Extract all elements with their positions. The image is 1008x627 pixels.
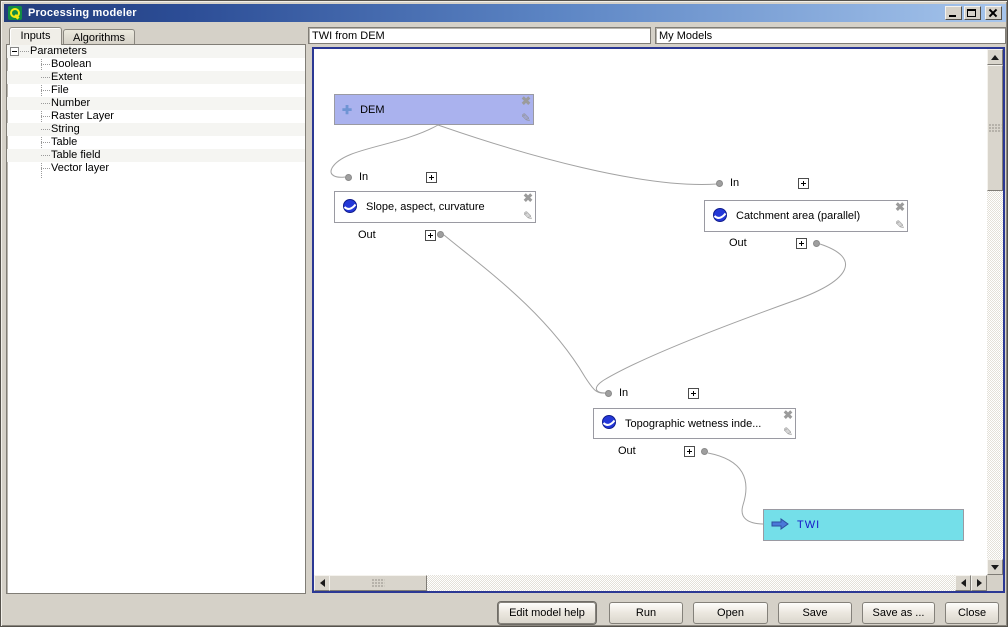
qgis-icon [8,6,22,20]
edit-node-icon[interactable]: ✎ [523,209,533,223]
out-label: Out [729,237,747,250]
tree-item-string[interactable]: String [7,123,305,136]
arrow-right-icon [977,579,982,587]
arrow-left-icon [320,579,325,587]
connection-slope-topo [444,235,606,393]
vertical-scroll-thumb[interactable] [987,65,1003,191]
save-button[interactable]: Save [778,602,852,624]
expand-out-button[interactable] [684,446,695,457]
tab-algorithms[interactable]: Algorithms [63,29,135,45]
edit-node-icon[interactable]: ✎ [521,111,531,125]
tree-item-boolean[interactable]: Boolean [7,58,305,71]
tree-item-file[interactable]: File [7,84,305,97]
saga-icon [712,207,728,226]
expand-in-button[interactable] [426,172,437,183]
window-title: Processing modeler [28,7,137,19]
arrow-up-icon [991,55,999,60]
window-controls [945,6,1002,20]
minimize-button[interactable] [945,6,962,20]
close-button[interactable] [985,6,1002,20]
expand-out-button[interactable] [796,238,807,249]
out-anchor-dot [437,231,444,238]
delete-node-icon[interactable]: ✖ [895,200,905,214]
in-label: In [730,177,739,190]
save-as-button[interactable]: Save as ... [862,602,935,624]
tree-item-extent[interactable]: Extent [7,71,305,84]
out-anchor-dot [813,240,820,247]
node-twi-output[interactable]: TWI [763,509,964,541]
output-arrow-icon [771,518,789,533]
tree-item-number[interactable]: Number [7,97,305,110]
saga-icon [601,414,617,433]
node-slope[interactable]: Slope, aspect, curvature ✖ ✎ [334,191,536,223]
inputs-tree-panel: Parameters Boolean Extent File Number Ra… [6,44,306,594]
expand-out-button[interactable] [425,230,436,241]
in-anchor-dot [345,174,352,181]
run-button[interactable]: Run [609,602,683,624]
maximize-icon [967,9,976,17]
edit-node-icon[interactable]: ✎ [783,425,793,439]
edit-model-help-button[interactable]: Edit model help [498,602,596,624]
connection-dem-catchment [438,125,717,184]
node-topographic-wetness[interactable]: Topographic wetness inde... ✖ ✎ [593,408,796,439]
connection-topo-twi [708,453,764,524]
tree-item-table-field[interactable]: Table field [7,149,305,162]
delete-node-icon[interactable]: ✖ [521,94,531,108]
tree-item-table[interactable]: Table [7,136,305,149]
node-catchment[interactable]: Catchment area (parallel) ✖ ✎ [704,200,908,232]
scroll-right-button[interactable] [971,575,987,591]
out-label: Out [358,229,376,242]
tree-item-vector-layer[interactable]: Vector layer [7,162,305,175]
scrollbar-corner [987,575,1003,591]
edit-node-icon[interactable]: ✎ [895,218,905,232]
input-plus-icon: ✚ [342,103,352,117]
expand-in-button[interactable] [688,388,699,399]
maximize-button[interactable] [964,6,981,20]
delete-node-icon[interactable]: ✖ [783,408,793,422]
connection-catchment-topo [596,244,845,393]
scroll-down-button[interactable] [987,559,1003,575]
in-anchor-dot [716,180,723,187]
tree-root-parameters[interactable]: Parameters [7,45,305,58]
delete-node-icon[interactable]: ✖ [523,191,533,205]
scroll-up-button[interactable] [987,49,1003,65]
titlebar[interactable]: Processing modeler [4,4,1006,22]
in-label: In [359,171,368,184]
arrow-down-icon [991,565,999,570]
tab-inputs[interactable]: Inputs [9,27,62,45]
scroll-left-button[interactable] [314,575,330,591]
expand-in-button[interactable] [798,178,809,189]
minimize-icon [949,15,956,17]
out-anchor-dot [701,448,708,455]
saga-icon [342,198,358,217]
out-label: Out [618,445,636,458]
tree-item-raster-layer[interactable]: Raster Layer [7,110,305,123]
in-anchor-dot [605,390,612,397]
scroll-left-button-2[interactable] [955,575,971,591]
connection-dem-slope [331,125,438,177]
open-button[interactable]: Open [693,602,768,624]
collapse-icon[interactable] [10,47,19,56]
model-canvas[interactable]: ✚ DEM ✖ ✎ In Slope, aspect, curvature ✖ … [312,47,1005,593]
model-name-input[interactable] [308,27,651,44]
horizontal-scroll-thumb[interactable] [329,575,427,591]
close-dialog-button[interactable]: Close [945,602,999,624]
connections-layer [314,49,987,575]
node-dem[interactable]: ✚ DEM ✖ ✎ [334,94,534,125]
model-group-input[interactable] [655,27,1006,44]
arrow-left-icon [961,579,966,587]
in-label: In [619,387,628,400]
processing-modeler-window: Processing modeler Inputs Algorithms Par… [0,0,1008,627]
